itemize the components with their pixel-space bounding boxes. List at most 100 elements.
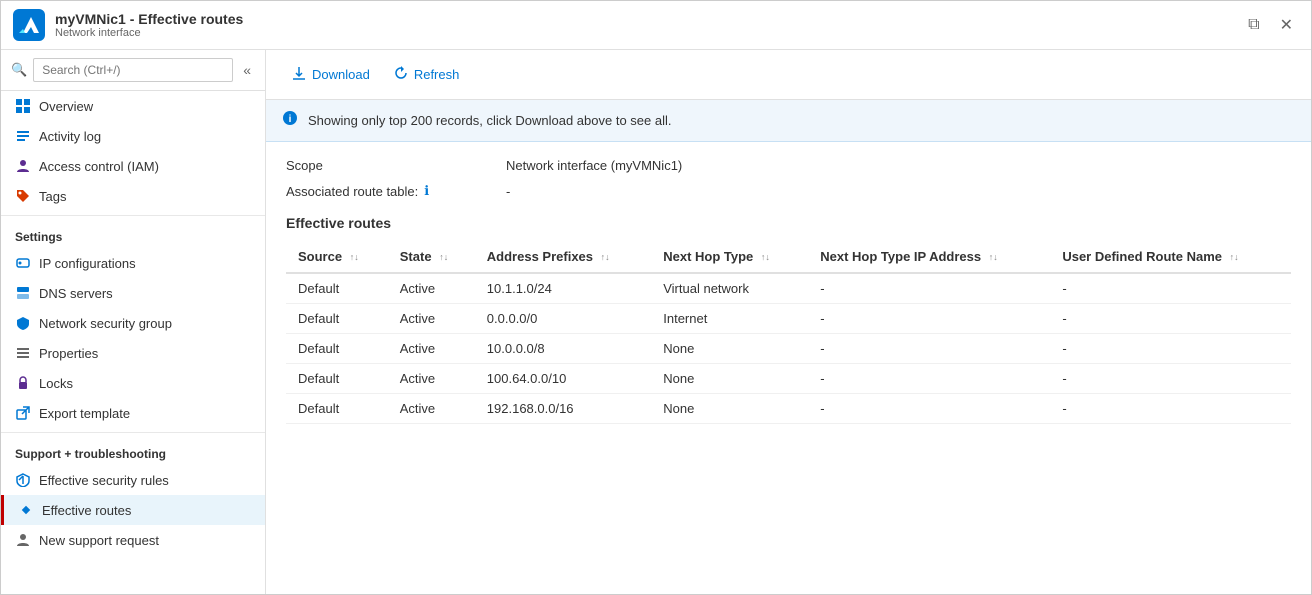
sidebar-item-network-security-group[interactable]: Network security group — [1, 308, 265, 338]
col-address-prefixes[interactable]: Address Prefixes ↑↓ — [475, 241, 651, 273]
sort-userdefined-icon[interactable]: ↑↓ — [1230, 253, 1239, 262]
azure-icon — [13, 9, 45, 41]
title-bar-left: myVMNic1 - Effective routes Network inte… — [13, 9, 243, 41]
sidebar-item-overview[interactable]: Overview — [1, 91, 265, 121]
sidebar-item-effective-security-rules[interactable]: Effective security rules — [1, 465, 265, 495]
title-text: myVMNic1 - Effective routes Network inte… — [55, 11, 243, 39]
grid-icon — [15, 98, 31, 114]
tag-icon — [15, 188, 31, 204]
table-cell-2: 10.1.1.0/24 — [475, 273, 651, 304]
col-source[interactable]: Source ↑↓ — [286, 241, 388, 273]
table-cell-5: - — [1050, 304, 1291, 334]
sidebar-item-ip-configurations-label: IP configurations — [39, 256, 136, 271]
sidebar-item-activity-log[interactable]: Activity log — [1, 121, 265, 151]
svg-text:i: i — [289, 114, 292, 125]
table-cell-5: - — [1050, 273, 1291, 304]
title-bar: myVMNic1 - Effective routes Network inte… — [1, 1, 1311, 50]
scope-row: Scope Network interface (myVMNic1) — [286, 158, 1291, 173]
close-button[interactable]: ✕ — [1274, 11, 1299, 39]
shield-icon — [15, 472, 31, 488]
table-cell-3: Virtual network — [651, 273, 808, 304]
download-label: Download — [312, 67, 370, 82]
table-row: DefaultActive100.64.0.0/10None-- — [286, 364, 1291, 394]
table-cell-3: Internet — [651, 304, 808, 334]
assoc-route-row: Associated route table: ℹ - — [286, 183, 1291, 199]
sidebar-item-export-template-label: Export template — [39, 406, 130, 421]
collapse-sidebar-button[interactable]: « — [239, 60, 255, 80]
table-cell-1: Active — [388, 364, 475, 394]
col-next-hop-type[interactable]: Next Hop Type ↑↓ — [651, 241, 808, 273]
sidebar-item-access-control[interactable]: Access control (IAM) — [1, 151, 265, 181]
table-cell-1: Active — [388, 273, 475, 304]
title-bar-right: ⧉ ✕ — [1242, 11, 1299, 39]
col-user-defined-route[interactable]: User Defined Route Name ↑↓ — [1050, 241, 1291, 273]
people-icon — [15, 158, 31, 174]
sidebar-item-access-control-label: Access control (IAM) — [39, 159, 159, 174]
info-banner: i Showing only top 200 records, click Do… — [266, 100, 1311, 142]
table-cell-4: - — [808, 304, 1050, 334]
col-state[interactable]: State ↑↓ — [388, 241, 475, 273]
table-cell-3: None — [651, 394, 808, 424]
scope-label: Scope — [286, 158, 506, 173]
table-row: DefaultActive0.0.0.0/0Internet-- — [286, 304, 1291, 334]
sidebar-item-new-support-request[interactable]: New support request — [1, 525, 265, 555]
sidebar-item-ip-configurations[interactable]: IP configurations — [1, 248, 265, 278]
restore-button[interactable]: ⧉ — [1242, 11, 1265, 39]
search-icon: 🔍 — [11, 62, 27, 78]
table-cell-0: Default — [286, 394, 388, 424]
table-cell-0: Default — [286, 334, 388, 364]
sidebar-item-tags[interactable]: Tags — [1, 181, 265, 211]
sidebar-item-effective-security-rules-label: Effective security rules — [39, 473, 169, 488]
sort-state-icon[interactable]: ↑↓ — [439, 253, 448, 262]
sidebar-item-properties[interactable]: Properties — [1, 338, 265, 368]
sidebar-item-dns-servers[interactable]: DNS servers — [1, 278, 265, 308]
table-cell-0: Default — [286, 304, 388, 334]
sort-nexthop-icon[interactable]: ↑↓ — [761, 253, 770, 262]
table-cell-1: Active — [388, 304, 475, 334]
assoc-route-label: Associated route table: ℹ — [286, 183, 506, 199]
sidebar-item-network-security-group-label: Network security group — [39, 316, 172, 331]
table-cell-2: 100.64.0.0/10 — [475, 364, 651, 394]
dns-icon — [15, 285, 31, 301]
ip-icon — [15, 255, 31, 271]
table-cell-2: 192.168.0.0/16 — [475, 394, 651, 424]
sort-nexthopip-icon[interactable]: ↑↓ — [989, 253, 998, 262]
lock-icon — [15, 375, 31, 391]
table-cell-4: - — [808, 364, 1050, 394]
info-circle-icon: ℹ — [424, 183, 429, 199]
table-cell-4: - — [808, 394, 1050, 424]
routes-table: Source ↑↓ State ↑↓ Address Prefixes ↑↓ — [286, 241, 1291, 424]
table-cell-4: - — [808, 273, 1050, 304]
route-icon — [18, 502, 34, 518]
table-cell-5: - — [1050, 394, 1291, 424]
sort-source-icon[interactable]: ↑↓ — [350, 253, 359, 262]
sidebar-item-locks-label: Locks — [39, 376, 73, 391]
table-cell-3: None — [651, 334, 808, 364]
refresh-label: Refresh — [414, 67, 460, 82]
col-next-hop-type-ip[interactable]: Next Hop Type IP Address ↑↓ — [808, 241, 1050, 273]
sidebar-item-tags-label: Tags — [39, 189, 66, 204]
table-cell-5: - — [1050, 334, 1291, 364]
sidebar-item-overview-label: Overview — [39, 99, 93, 114]
person-icon — [15, 532, 31, 548]
sidebar-item-effective-routes[interactable]: Effective routes — [1, 495, 265, 525]
search-input[interactable] — [33, 58, 233, 82]
main-layout: 🔍 « Overview Activity log — [1, 50, 1311, 594]
refresh-button[interactable]: Refresh — [384, 60, 470, 89]
assoc-route-value: - — [506, 184, 510, 199]
sort-address-icon[interactable]: ↑↓ — [601, 253, 610, 262]
window-title: myVMNic1 - Effective routes — [55, 11, 243, 27]
table-row: DefaultActive10.1.1.0/24Virtual network-… — [286, 273, 1291, 304]
table-header-row: Source ↑↓ State ↑↓ Address Prefixes ↑↓ — [286, 241, 1291, 273]
content-body: Scope Network interface (myVMNic1) Assoc… — [266, 142, 1311, 440]
download-button[interactable]: Download — [282, 60, 380, 89]
info-banner-message: Showing only top 200 records, click Down… — [308, 113, 672, 128]
search-bar: 🔍 « — [1, 50, 265, 91]
sidebar-item-export-template[interactable]: Export template — [1, 398, 265, 428]
nsg-icon — [15, 315, 31, 331]
sidebar-item-activity-log-label: Activity log — [39, 129, 101, 144]
content-area: Download Refresh i Showing only top 200 … — [266, 50, 1311, 594]
sidebar-item-locks[interactable]: Locks — [1, 368, 265, 398]
export-icon — [15, 405, 31, 421]
table-cell-1: Active — [388, 394, 475, 424]
